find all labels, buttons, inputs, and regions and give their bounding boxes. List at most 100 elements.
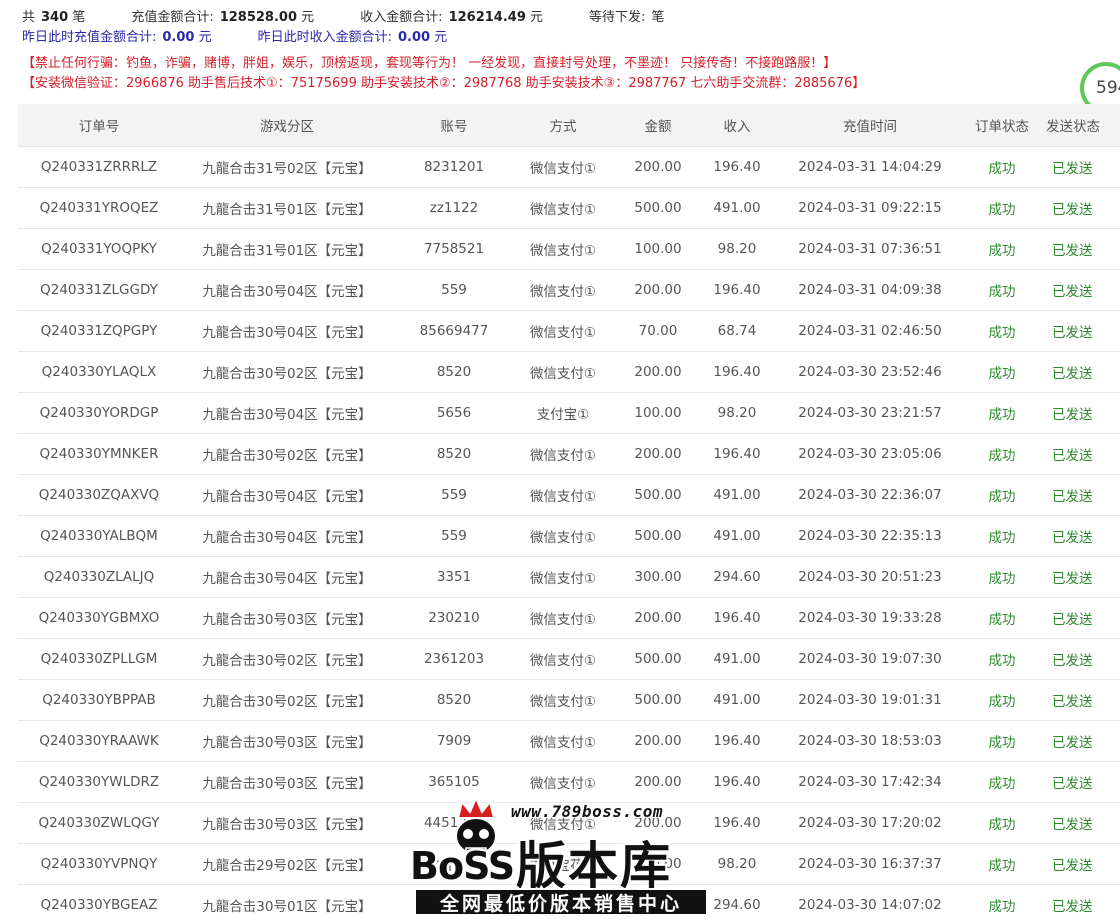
- cell-order-id: Q240330ZWLQGY: [18, 802, 180, 844]
- cell-income: 196.40: [704, 269, 770, 311]
- cell-game-zone: 九龍合击30号03区【元宝】: [180, 597, 394, 639]
- table-body: Q240331ZRRRLZ 九龍合击31号02区【元宝】 8231201 微信支付① 2…: [18, 146, 1120, 923]
- table-row[interactable]: Q240330YORDGP 九龍合击30号04区【元宝】 5656 支付宝① 100.0…: [18, 392, 1120, 434]
- cell-pay-method: [514, 884, 612, 923]
- cell-send-status: 已发送: [1034, 351, 1120, 393]
- cell-order-status: 成功: [970, 843, 1034, 885]
- table-row[interactable]: Q240331YOQPKY 九龍合击31号01区【元宝】 7758521 微信支付① 1…: [18, 228, 1120, 270]
- cell-game-zone: 九龍合击31号01区【元宝】: [180, 228, 394, 270]
- yday-income-value: 0.00: [398, 30, 431, 45]
- table-row[interactable]: Q240331ZRRRLZ 九龍合击31号02区【元宝】 8231201 微信支付① 2…: [18, 146, 1120, 188]
- header-col-game-zone: 游戏分区: [180, 104, 394, 147]
- cell-income: 491.00: [704, 515, 770, 557]
- cell-amount: 200.00: [612, 433, 704, 475]
- cell-income: 98.20: [704, 392, 770, 434]
- cell-amount: 300.00: [612, 556, 704, 598]
- cell-recharge-time: 2024-03-30 19:33:28: [770, 597, 970, 639]
- cell-amount: 200.00: [612, 351, 704, 393]
- cell-income: 98.20: [704, 228, 770, 270]
- cell-recharge-time: 2024-03-30 17:20:02: [770, 802, 970, 844]
- cell-pay-method: 微信支付①: [514, 187, 612, 229]
- table-row[interactable]: Q240330YMNKER 九龍合击30号02区【元宝】 8520 微信支付① 200.…: [18, 433, 1120, 475]
- cell-pay-method: 微信支付①: [514, 761, 612, 803]
- cell-order-status: 成功: [970, 556, 1034, 598]
- cell-send-status: 已发送: [1034, 515, 1120, 557]
- cell-order-status: 成功: [970, 351, 1034, 393]
- cell-game-zone: 九龍合击30号02区【元宝】: [180, 679, 394, 721]
- table-row[interactable]: Q240331ZQPGPY 九龍合击30号04区【元宝】 85669477 微信支付①…: [18, 310, 1120, 352]
- cell-amount: 500.00: [612, 515, 704, 557]
- cell-account: 559: [394, 269, 514, 311]
- cell-recharge-time: 2024-03-30 23:21:57: [770, 392, 970, 434]
- cell-order-status: 成功: [970, 433, 1034, 475]
- cell-order-status: 成功: [970, 228, 1034, 270]
- table-row[interactable]: Q240330YVPNQY 九龍合击29号02区【元宝】 qq...8 支付宝花呗 10…: [18, 843, 1120, 885]
- cell-recharge-time: 2024-03-30 23:05:06: [770, 433, 970, 475]
- cell-order-id: Q240331ZRRRLZ: [18, 146, 180, 188]
- cell-pay-method: 微信支付①: [514, 802, 612, 844]
- table-row[interactable]: Q240331ZLGGDY 九龍合击30号04区【元宝】 559 微信支付① 200.0…: [18, 269, 1120, 311]
- cell-amount: 500.00: [612, 187, 704, 229]
- cell-order-id: Q240330YORDGP: [18, 392, 180, 434]
- cell-recharge-time: 2024-03-30 17:42:34: [770, 761, 970, 803]
- cell-send-status: 已发送: [1034, 884, 1120, 923]
- header-col-income: 收入: [704, 104, 770, 147]
- table-row[interactable]: Q240330YGBMXO 九龍合击30号03区【元宝】 230210 微信支付① 20…: [18, 597, 1120, 639]
- cell-income: 294.60: [704, 884, 770, 923]
- table-row[interactable]: Q240330ZPLLGM 九龍合击30号02区【元宝】 2361203 微信支付① 5…: [18, 638, 1120, 680]
- table-row[interactable]: Q240330ZWLQGY 九龍合击30号03区【元宝】 4451205 微信支付① 2…: [18, 802, 1120, 844]
- cell-pay-method: 微信支付①: [514, 515, 612, 557]
- cell-account: 8520: [394, 679, 514, 721]
- cell-order-id: Q240331ZLGGDY: [18, 269, 180, 311]
- cell-order-id: Q240331ZQPGPY: [18, 310, 180, 352]
- cell-send-status: 已发送: [1034, 761, 1120, 803]
- recharge-value: 128528.00: [219, 10, 298, 25]
- cell-order-id: Q240330YBGEAZ: [18, 884, 180, 923]
- table-row[interactable]: Q240330YLAQLX 九龍合击30号02区【元宝】 8520 微信支付① 200.…: [18, 351, 1120, 393]
- cell-income: 196.40: [704, 351, 770, 393]
- cell-order-status: 成功: [970, 802, 1034, 844]
- cell-send-status: 已发送: [1034, 146, 1120, 188]
- cell-order-status: 成功: [970, 392, 1034, 434]
- cell-game-zone: 九龍合击30号04区【元宝】: [180, 515, 394, 557]
- cell-recharge-time: 2024-03-31 07:36:51: [770, 228, 970, 270]
- header-col-send-status: 发送状态: [1034, 104, 1120, 147]
- cell-account: 559: [394, 515, 514, 557]
- table-row[interactable]: Q240330YBPPAB 九龍合击30号02区【元宝】 8520 微信支付① 500.…: [18, 679, 1120, 721]
- table-row[interactable]: Q240330YBGEAZ 九龍合击30号01区【元宝】 294.60 2024-03…: [18, 884, 1120, 923]
- table-row[interactable]: Q240330ZLALJQ 九龍合击30号04区【元宝】 3351 微信支付① 300.…: [18, 556, 1120, 598]
- cell-send-status: 已发送: [1034, 228, 1120, 270]
- cell-pay-method: 微信支付①: [514, 679, 612, 721]
- header-col-amount: 金额: [612, 104, 704, 147]
- pending-unit: 笔: [651, 10, 665, 25]
- cell-send-status: 已发送: [1034, 310, 1120, 352]
- cell-amount: 500.00: [612, 679, 704, 721]
- cell-recharge-time: 2024-03-30 19:01:31: [770, 679, 970, 721]
- table-row[interactable]: Q240330YALBQM 九龍合击30号04区【元宝】 559 微信支付① 500.0…: [18, 515, 1120, 557]
- table-row[interactable]: Q240330YRAAWK 九龍合击30号03区【元宝】 7909 微信支付① 200.…: [18, 720, 1120, 762]
- cell-pay-method: 微信支付①: [514, 310, 612, 352]
- cell-pay-method: 支付宝花呗: [514, 843, 612, 885]
- cell-recharge-time: 2024-03-30 16:37:37: [770, 843, 970, 885]
- cell-account: 5656: [394, 392, 514, 434]
- cell-account: 7758521: [394, 228, 514, 270]
- cell-pay-method: 微信支付①: [514, 638, 612, 680]
- table-row[interactable]: Q240330ZQAXVQ 九龍合击30号04区【元宝】 559 微信支付① 500.0…: [18, 474, 1120, 516]
- header-col-order-id: 订单号: [18, 104, 180, 147]
- cell-pay-method: 支付宝①: [514, 392, 612, 434]
- table-row[interactable]: Q240330YWLDRZ 九龍合击30号03区【元宝】 365105 微信支付① 20…: [18, 761, 1120, 803]
- cell-send-status: 已发送: [1034, 392, 1120, 434]
- cell-account: 8520: [394, 351, 514, 393]
- cell-send-status: 已发送: [1034, 679, 1120, 721]
- header-col-method: 方式: [514, 104, 612, 147]
- cell-game-zone: 九龍合击30号02区【元宝】: [180, 351, 394, 393]
- cell-account: qq...8: [394, 843, 514, 885]
- cell-game-zone: 九龍合击30号04区【元宝】: [180, 310, 394, 352]
- cell-income: 196.40: [704, 761, 770, 803]
- cell-income: 196.40: [704, 433, 770, 475]
- cell-income: 196.40: [704, 720, 770, 762]
- table-row[interactable]: Q240331YROQEZ 九龍合击31号01区【元宝】 zz1122 微信支付① 50…: [18, 187, 1120, 229]
- cell-send-status: 已发送: [1034, 597, 1120, 639]
- cell-income: 491.00: [704, 638, 770, 680]
- cell-game-zone: 九龍合击30号04区【元宝】: [180, 392, 394, 434]
